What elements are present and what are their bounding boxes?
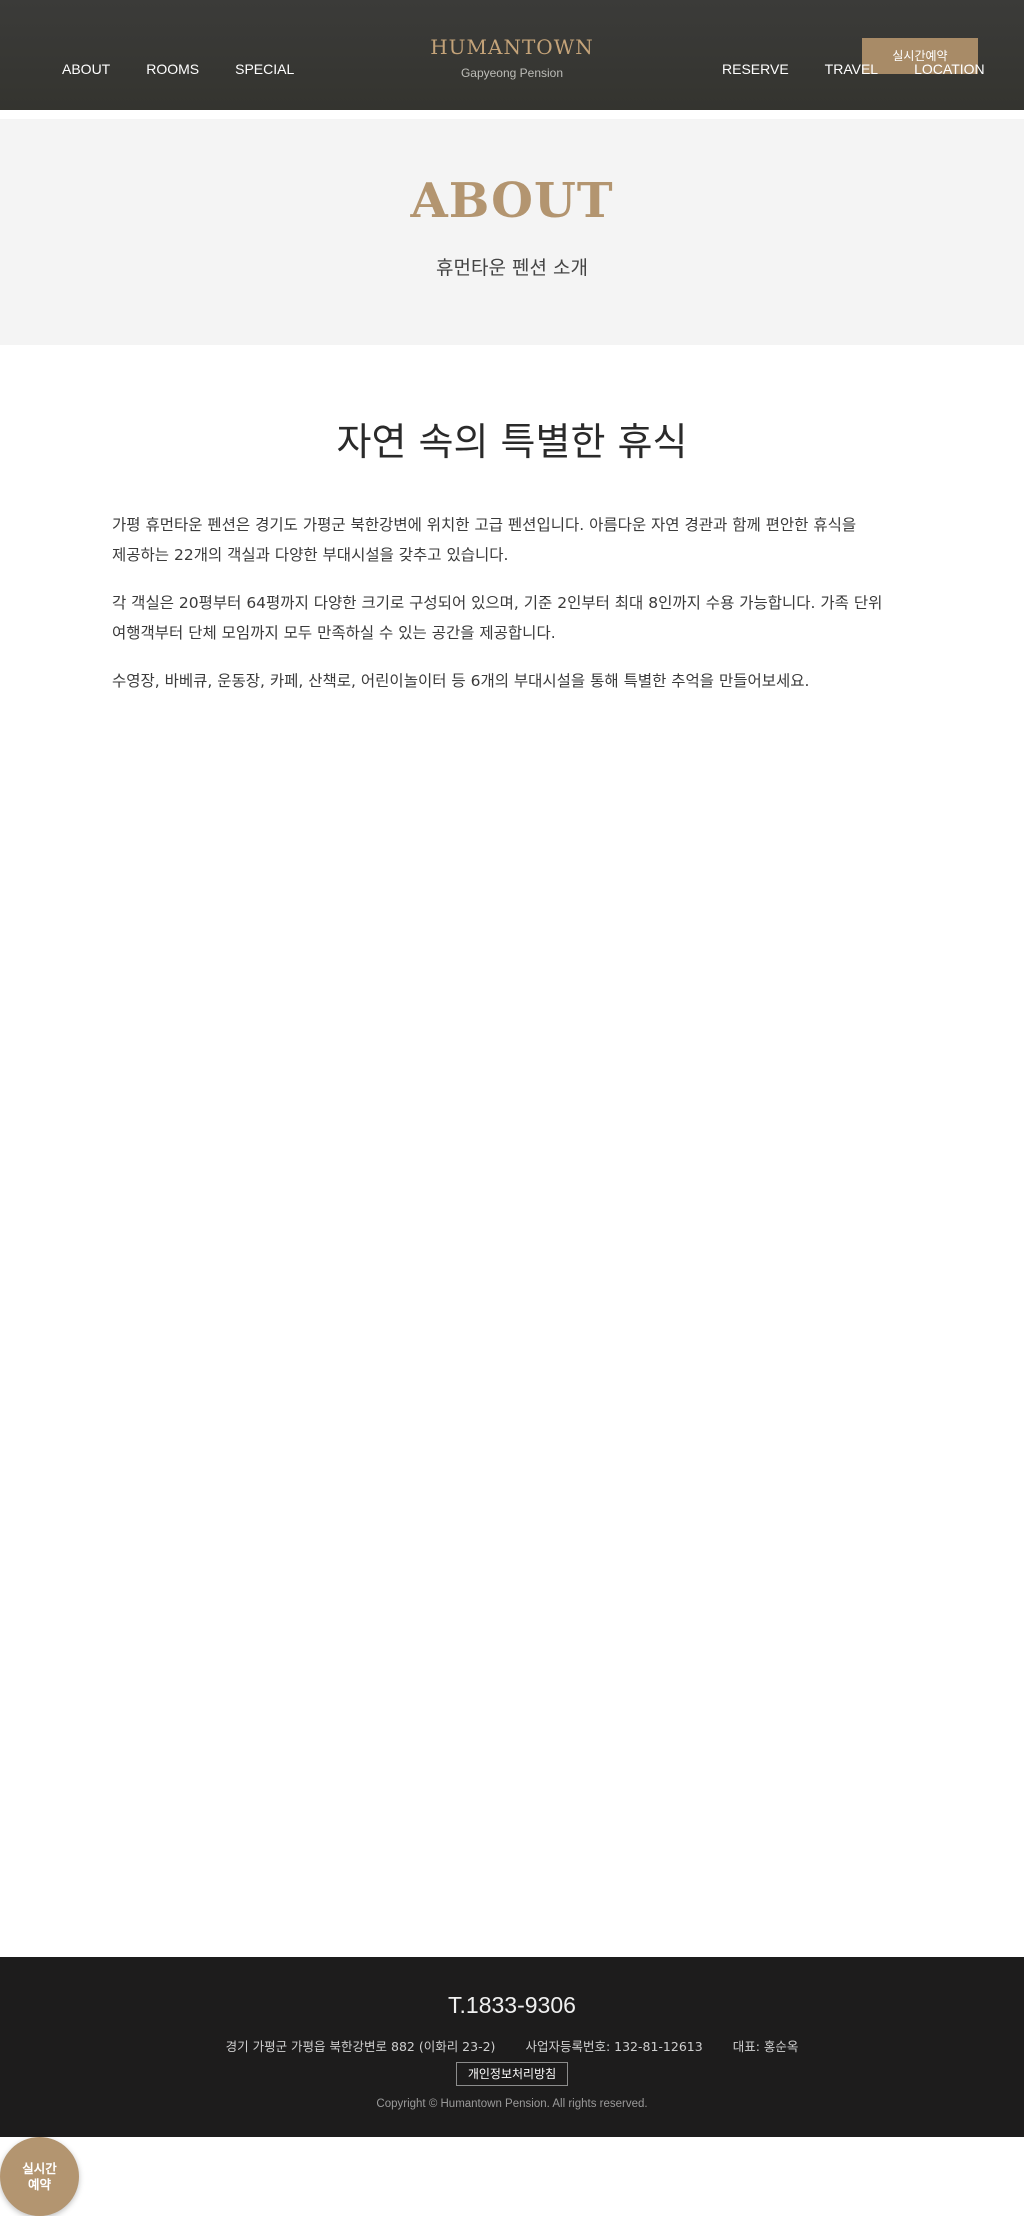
floating-reserve-label-1: 실시간 [22,2160,57,2176]
site-header: ABOUT ROOMS SPECIAL HUMANTOWN Gapyeong P… [0,0,1024,110]
footer-business-number: 사업자등록번호: 132-81-12613 [525,2039,703,2054]
footer-phone: T.1833-9306 [448,1992,576,2018]
privacy-policy-link[interactable]: 개인정보처리방침 [456,2062,568,2086]
nav-link-reserve[interactable]: RESERVE [722,61,789,77]
nav-link-travel[interactable]: TRAVEL [825,61,878,77]
page-title: ABOUT [410,173,614,229]
site-footer: T.1833-9306 경기 가평군 가평읍 북한강변로 882 (이화리 23… [0,1957,1024,2137]
footer-business-info: 경기 가평군 가평읍 북한강변로 882 (이화리 23-2) 사업자등록번호:… [0,2039,1024,2055]
footer-representative: 대표: 홍순옥 [732,2039,799,2054]
intro-paragraph: 수영장, 바베큐, 운동장, 카페, 산책로, 어린이놀이터 등 6개의 부대시… [112,672,810,690]
page-hero: ABOUT 휴먼타운 펜션 소개 [0,119,1024,345]
intro-paragraph: 각 객실은 20평부터 64평까지 다양한 크기로 구성되어 있으며, 기준 2… [112,594,883,642]
page-subtitle: 휴먼타운 펜션 소개 [436,257,588,279]
footer-address: 경기 가평군 가평읍 북한강변로 882 (이화리 23-2) [225,2039,496,2054]
footer-copyright: Copyright © Humantown Pension. All right… [376,2098,648,2110]
intro-text: 가평 휴먼타운 펜션은 경기도 가평군 북한강변에 위치한 고급 펜션입니다. … [112,510,912,714]
nav-link-location[interactable]: LOCATION [914,61,985,77]
section-heading: 자연 속의 특별한 휴식 [336,420,688,464]
floating-reserve-label-2: 예약 [27,2176,51,2192]
intro-paragraph: 가평 휴먼타운 펜션은 경기도 가평군 북한강변에 위치한 고급 펜션입니다. … [112,516,857,564]
primary-nav-right: RESERVE TRAVEL LOCATION [722,61,985,77]
floating-reserve-button[interactable]: 실시간 예약 [0,2137,79,2216]
